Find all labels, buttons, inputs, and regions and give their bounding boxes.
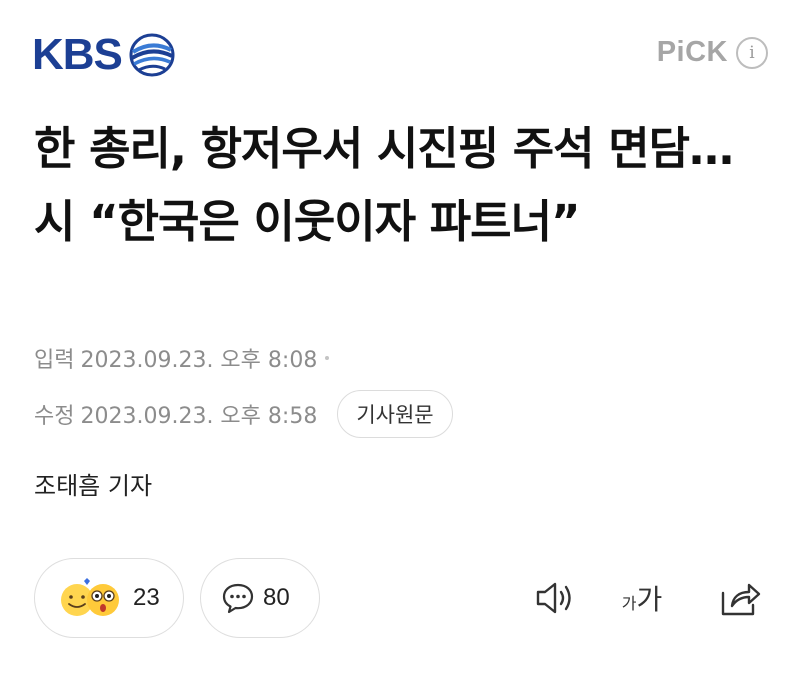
original-article-button[interactable]: 기사원문 [337,390,453,438]
comment-button[interactable]: 80 [200,558,320,638]
input-time: 2023.09.23. 오후 8:08 [80,348,318,373]
font-size-button[interactable]: 가 가 [618,576,666,620]
pick-badge[interactable]: PiCK i [657,36,768,69]
info-icon[interactable]: i [736,36,768,69]
reporter-name[interactable]: 조태흠 기자 [34,466,152,501]
share-icon [721,583,761,616]
speech-bubble-icon [222,583,254,614]
pick-label: PiCK [656,36,728,68]
smile-surprise-emoji-icon [61,578,119,616]
edit-label: 수정 [34,404,75,429]
edit-timestamp: 수정 2023.09.23. 오후 8:58 기사원문 [34,390,453,438]
speaker-button[interactable] [532,576,580,620]
separator-dot [325,356,330,360]
font-small-label: 가 [621,594,637,613]
comment-count: 80 [263,584,290,611]
edit-time: 2023.09.23. 오후 8:58 [80,404,318,429]
share-button[interactable] [716,576,764,620]
speaker-icon [536,582,571,614]
kbs-globe-logo-icon [129,33,175,77]
input-timestamp: 입력 2023.09.23. 오후 8:08 [34,342,330,374]
input-label: 입력 [34,348,75,373]
brand-name: KBS [32,30,123,79]
reaction-count: 23 [133,584,160,611]
reaction-button[interactable]: 23 [34,558,184,638]
font-big-label: 가 [636,583,663,616]
kbs-brand[interactable]: KBS [32,30,176,80]
article-headline: 한 총리, 항저우서 시진핑 주석 면담…시 “한국은 이웃이자 파트너” [34,122,734,248]
